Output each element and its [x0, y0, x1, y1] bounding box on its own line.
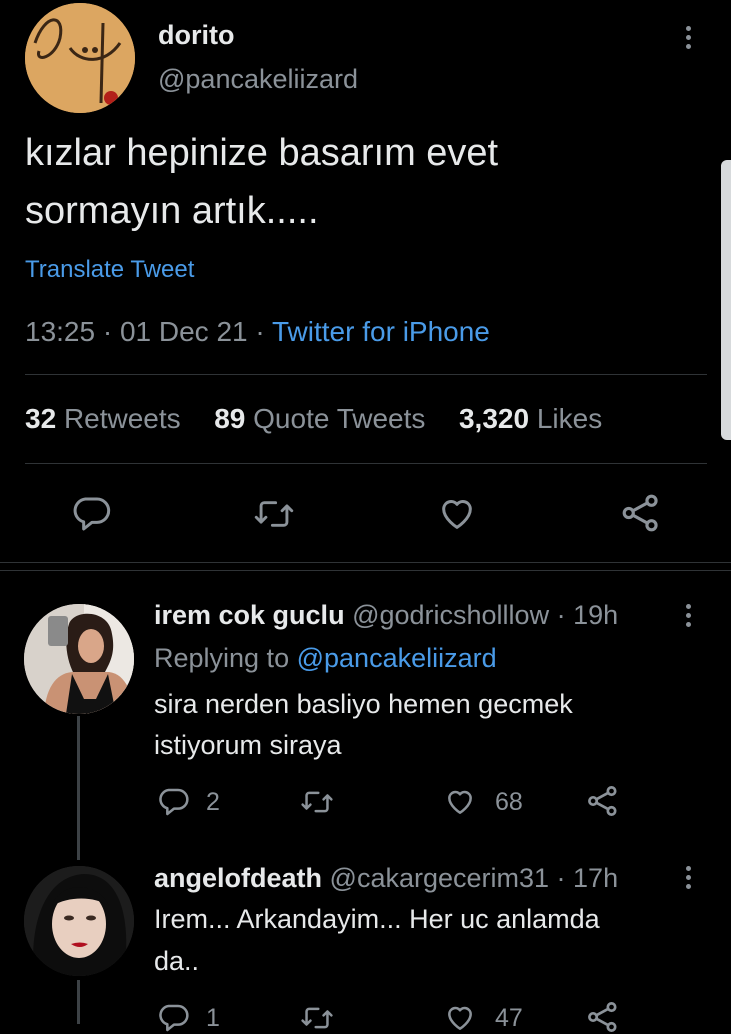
tweet-stats: 32 Retweets 89 Quote Tweets 3,320 Likes [25, 403, 602, 435]
reply-more-options-icon[interactable] [686, 604, 692, 631]
reply-count: 2 [206, 788, 220, 816]
reply-handle[interactable]: @cakargecerim31 [330, 863, 550, 893]
like-icon[interactable] [436, 494, 478, 534]
tweet-meta: 13:25 · 01 Dec 21 · Twitter for iPhone [25, 316, 490, 348]
like-count: 47 [495, 1004, 523, 1032]
likes-count: 3,320 [458, 403, 530, 434]
reply-header: angelofdeath @cakargecerim31 · 17h [154, 863, 618, 894]
retweet-icon[interactable] [300, 1002, 334, 1034]
thread-line [77, 980, 80, 1024]
reply-display-name[interactable]: angelofdeath [154, 863, 322, 893]
likes-stat[interactable]: 3,320 Likes [459, 403, 602, 434]
like-count: 68 [495, 788, 523, 816]
quote-tweets-label: Quote Tweets [253, 403, 426, 434]
author-display-name[interactable]: dorito [158, 20, 234, 51]
like-icon[interactable] [443, 1002, 477, 1034]
section-divider [0, 562, 731, 563]
share-icon[interactable] [586, 784, 620, 818]
replying-to-label: Replying to [154, 643, 290, 673]
meta-separator: · [102, 316, 113, 347]
reply-handle[interactable]: @godricsholllow [352, 600, 549, 630]
retweet-icon[interactable] [253, 494, 295, 534]
avatar-photo-image [24, 866, 134, 976]
tweet-text-line-2: sormayın artık..... [25, 190, 319, 232]
avatar-photo-image [24, 604, 134, 714]
like-icon[interactable] [443, 786, 477, 818]
reply-text-line-1: Irem... Arkandayim... Her uc anlamda [154, 904, 600, 934]
tweet-date: 01 Dec 21 [119, 316, 248, 347]
quote-tweets-stat[interactable]: 89 Quote Tweets [214, 403, 433, 434]
reply-time: · 19h [556, 600, 619, 630]
reply-time: · 17h [556, 863, 619, 893]
retweet-icon[interactable] [300, 786, 334, 818]
reply-header: irem cok guclu @godricsholllow · 19h [154, 600, 618, 631]
reply-display-name[interactable]: irem cok guclu [154, 600, 345, 630]
scrollbar[interactable] [721, 160, 731, 440]
thread-line [77, 716, 80, 860]
tweet-text-line-1: kızlar hepinize basarım evet [25, 132, 499, 174]
author-avatar[interactable] [25, 3, 135, 113]
reply-text-line-2: da.. [154, 946, 200, 976]
reply-avatar[interactable] [24, 866, 134, 976]
translate-tweet-link[interactable]: Translate Tweet [25, 256, 194, 284]
share-icon[interactable] [586, 1000, 620, 1034]
tweet-time: 13:25 [25, 316, 96, 347]
quote-tweets-count: 89 [214, 403, 246, 434]
section-divider [0, 570, 731, 571]
replying-to-handle[interactable]: @pancakeliizard [297, 643, 497, 673]
reply-icon[interactable] [158, 786, 190, 818]
author-handle[interactable]: @pancakeliizard [158, 64, 358, 95]
divider [25, 374, 707, 375]
replying-to: Replying to @pancakeliizard [154, 643, 497, 674]
avatar-doodle-image [25, 3, 135, 113]
reply-more-options-icon[interactable] [686, 866, 692, 893]
tweet-source-link[interactable]: Twitter for iPhone [272, 316, 490, 347]
reply-icon[interactable] [72, 494, 112, 534]
more-options-icon[interactable] [686, 26, 692, 53]
retweets-stat[interactable]: 32 Retweets [25, 403, 188, 434]
reply-text-line-1: sira nerden basliyo hemen gecmek [154, 689, 573, 719]
retweets-label: Retweets [63, 403, 181, 434]
retweets-count: 32 [25, 403, 57, 434]
meta-separator: · [255, 316, 265, 347]
divider [25, 463, 707, 464]
reply-avatar[interactable] [24, 604, 134, 714]
reply-count: 1 [206, 1004, 220, 1032]
reply-text-line-2: istiyorum siraya [154, 730, 342, 760]
likes-label: Likes [536, 403, 603, 434]
reply-icon[interactable] [158, 1002, 190, 1034]
share-icon[interactable] [620, 492, 662, 534]
